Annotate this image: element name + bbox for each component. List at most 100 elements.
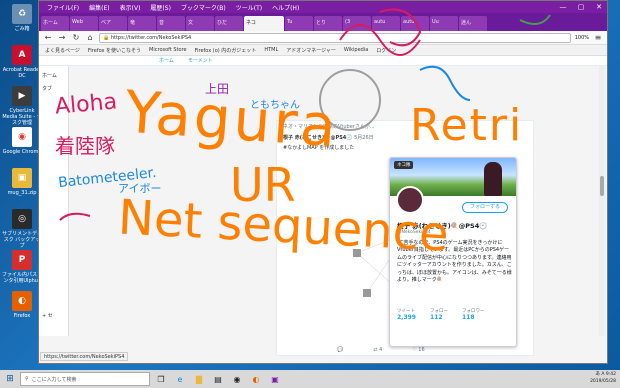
- left-panel-home[interactable]: ホーム: [42, 72, 65, 79]
- retweet-line: ネオ・マリオン@地獄のVtuberさんが...: [283, 124, 375, 130]
- retweet-button[interactable]: ⇄ 4: [373, 347, 382, 353]
- menu-view[interactable]: 表示(V): [116, 3, 145, 12]
- windows-start-icon[interactable]: ⊞: [0, 370, 20, 388]
- bookmark-item[interactable]: Firefox (o) 内のガジェット: [195, 47, 257, 54]
- browser-tab[interactable]: 竜: [128, 16, 156, 31]
- page-scrollbar[interactable]: [599, 66, 605, 336]
- menu-help[interactable]: ヘルプ(H): [268, 3, 303, 12]
- task-view-icon[interactable]: ❐: [153, 372, 169, 386]
- desktop-icon-label: ごみ箱: [14, 26, 30, 32]
- stat-value: 112: [429, 314, 443, 321]
- browser-tab[interactable]: (3: [343, 16, 371, 31]
- follow-button[interactable]: フォローする: [461, 202, 508, 213]
- bookmark-item[interactable]: よく見るページ: [45, 47, 80, 54]
- browser-tab[interactable]: 音: [157, 16, 185, 31]
- store-icon[interactable]: ▤: [210, 372, 226, 386]
- back-icon[interactable]: ←: [43, 33, 53, 42]
- close-icon[interactable]: ✕: [591, 3, 607, 11]
- bookmark-item[interactable]: HTML: [264, 47, 278, 53]
- acrobat-icon: A: [12, 45, 32, 65]
- home-icon[interactable]: ⌂: [85, 33, 95, 42]
- search-icon: ⚲: [25, 376, 29, 382]
- profile-hover-card: ネコ隊 フォローする 根子 赤(ねこせき)🍭@PS4🕘 @NekoSekiPS4…: [389, 157, 517, 347]
- forward-icon[interactable]: →: [57, 33, 67, 42]
- left-panel-tab[interactable]: タブ: [42, 85, 65, 92]
- reload-icon[interactable]: ↻: [71, 33, 81, 42]
- browser-tab[interactable]: 迷ん: [459, 16, 487, 31]
- scrollbar-thumb[interactable]: [600, 176, 604, 196]
- menu-file[interactable]: ファイル(F): [43, 3, 83, 12]
- desktop-icon-label: ファイル内パスコンタ引用Ulphu?: [2, 272, 43, 284]
- recycle-bin-icon: ♻: [12, 4, 32, 24]
- menu-bookmarks[interactable]: ブックマーク(B): [177, 3, 230, 12]
- browser-tab[interactable]: 文: [186, 16, 214, 31]
- bookmark-item[interactable]: Firefox を使いこなそう: [88, 47, 141, 54]
- zoom-level[interactable]: 100%: [575, 35, 589, 41]
- zip-icon: ▣: [12, 168, 32, 188]
- menu-tools[interactable]: ツール(T): [232, 3, 266, 12]
- reply-icon[interactable]: 💬: [337, 347, 343, 353]
- browser-tab[interactable]: とり: [314, 16, 342, 31]
- tweet-date[interactable]: 5月26日: [354, 135, 374, 141]
- url-bar[interactable]: 🔒 https://twitter.com/NekoSekiPS4: [99, 32, 571, 43]
- twitter-nav-home[interactable]: ホーム: [159, 57, 174, 64]
- stat-value: 2,399: [397, 314, 416, 321]
- banner-tag: ネコ隊: [394, 161, 414, 169]
- browser-tab[interactable]: ひだ: [215, 16, 243, 31]
- stat-followers[interactable]: フォロワー 118: [462, 308, 485, 321]
- left-panel-add[interactable]: + セ: [42, 312, 65, 319]
- browser-tab[interactable]: ベア: [99, 16, 127, 31]
- clock-time[interactable]: 9:42: [606, 372, 616, 377]
- profile-handle[interactable]: @NekoSekiPS4: [397, 230, 431, 235]
- url-text: https://twitter.com/NekoSekiPS4: [110, 34, 192, 41]
- browser-tab[interactable]: ネコ: [244, 16, 284, 31]
- cyberlink-icon: ▶: [12, 86, 32, 106]
- avatar[interactable]: [396, 186, 424, 214]
- ime-mode[interactable]: A: [601, 372, 604, 377]
- taskbar-search-input[interactable]: ⚲ ここに入力して検索: [20, 372, 150, 386]
- desktop-icon[interactable]: ◎ サブリメントディスク バックアップ: [2, 209, 42, 249]
- menu-edit[interactable]: 編集(E): [85, 3, 113, 12]
- chrome-icon[interactable]: ◉: [229, 372, 245, 386]
- browser-tab[interactable]: Web: [70, 16, 98, 31]
- retweet-count: 4: [379, 347, 383, 353]
- like-button[interactable]: ♡ 16: [412, 347, 424, 353]
- browser-tab[interactable]: ホーム: [41, 16, 69, 31]
- bookmark-item[interactable]: アドオンマネージャー: [286, 47, 336, 54]
- desktop-icon[interactable]: ◉ Google Chrome: [2, 127, 42, 155]
- browser-tab[interactable]: Tu: [285, 16, 313, 31]
- bookmark-item[interactable]: ログイン: [376, 47, 396, 54]
- tweet-author[interactable]: 根子 赤(ねこせき)🍭@PS4🕘: [283, 135, 353, 141]
- desktop-icon[interactable]: P ファイル内パスコンタ引用Ulphu?: [2, 250, 42, 284]
- stat-tweets[interactable]: ツイート 2,399: [397, 308, 416, 321]
- browser-tab[interactable]: autu: [372, 16, 400, 31]
- app-icon[interactable]: ▣: [267, 372, 283, 386]
- desktop-icon-label: Firefox: [13, 313, 31, 319]
- edge-icon[interactable]: e: [172, 372, 188, 386]
- stat-following[interactable]: フォロー 112: [430, 308, 448, 321]
- browser-tab[interactable]: Uu: [430, 16, 458, 31]
- retweet-icon: ⇄: [373, 347, 378, 353]
- minimize-icon[interactable]: —: [555, 3, 571, 11]
- clock-date[interactable]: 2019/05/28: [590, 378, 616, 385]
- twitter-nav-moments[interactable]: モーメント: [188, 57, 213, 64]
- desktop-icon[interactable]: ♻ ごみ箱: [2, 4, 42, 32]
- desktop-icon[interactable]: ▣ mug_31.zip: [2, 168, 42, 196]
- explorer-icon[interactable]: ▇: [191, 372, 207, 386]
- desktop-icon-label: Acrobat Reader DC: [2, 67, 42, 79]
- browser-tab[interactable]: autu: [401, 16, 429, 31]
- menu-icon[interactable]: ≡: [593, 33, 603, 42]
- desktop-icon[interactable]: ◐ Firefox: [2, 291, 42, 319]
- maximize-icon[interactable]: ▢: [573, 3, 589, 11]
- desktop-icon[interactable]: A Acrobat Reader DC: [2, 45, 42, 79]
- tweet-header: 根子 赤(ねこせき)🍭@PS4🕘 5月26日: [277, 132, 533, 143]
- bookmark-item[interactable]: Wikipedia: [344, 47, 368, 53]
- desktop-icon-label: mug_31.zip: [7, 190, 37, 196]
- firefox-taskbar-icon[interactable]: ◐: [248, 372, 264, 386]
- profile-name[interactable]: 根子 赤(ねこせき)🍭@PS4🕘: [397, 220, 487, 230]
- tray-inputs[interactable]: あ A 9:42: [590, 371, 616, 378]
- menu-history[interactable]: 履歴(S): [146, 3, 175, 12]
- bookmark-item[interactable]: Microsoft Store: [149, 47, 187, 53]
- desktop-icon[interactable]: ▶ CyberLink Media Suite - タスク管理: [2, 86, 42, 126]
- ime-indicator[interactable]: あ: [595, 372, 600, 377]
